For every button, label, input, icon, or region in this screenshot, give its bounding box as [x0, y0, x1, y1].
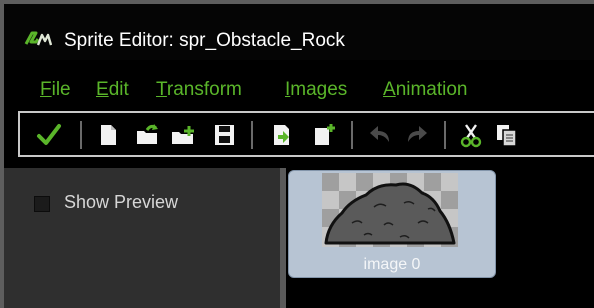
toolbar-separator — [351, 121, 353, 149]
menu-images[interactable]: Images — [285, 79, 347, 101]
copy-icon[interactable] — [494, 122, 520, 148]
redo-icon[interactable] — [404, 122, 430, 148]
menu-file[interactable]: File — [40, 79, 71, 101]
add-frame-icon[interactable] — [310, 122, 336, 148]
new-file-icon[interactable] — [95, 122, 121, 148]
menu-animation-mnemonic: A — [383, 79, 396, 100]
menu-transform-rest: ransform — [166, 79, 242, 100]
menu-file-mnemonic: F — [40, 79, 52, 100]
menu-file-rest: ile — [51, 79, 71, 100]
show-preview-checkbox[interactable] — [34, 196, 50, 212]
toolbar-separator — [251, 121, 253, 149]
toolbar-separator — [444, 121, 446, 149]
window-title: Sprite Editor: spr_Obstacle_Rock — [64, 30, 345, 51]
menu-transform-mnemonic: T — [156, 79, 167, 100]
import-icon[interactable] — [268, 122, 294, 148]
toolbar-separator — [80, 121, 82, 149]
menu-edit[interactable]: Edit — [96, 79, 129, 101]
show-preview-label: Show Preview — [64, 192, 179, 212]
frame-label: image 0 — [363, 256, 421, 273]
frame-preview-image — [322, 173, 458, 247]
menu-animation[interactable]: Animation — [383, 79, 468, 101]
side-panel — [4, 168, 280, 308]
save-icon[interactable] — [211, 122, 237, 148]
menu-edit-rest: dit — [108, 79, 129, 100]
menu-animation-rest: nimation — [395, 79, 468, 100]
cut-icon[interactable] — [458, 122, 484, 148]
open-folder-icon[interactable] — [170, 122, 196, 148]
menu-images-rest: mages — [290, 79, 348, 100]
menu-edit-mnemonic: E — [96, 79, 109, 100]
open-file-icon[interactable] — [134, 122, 160, 148]
confirm-check-icon[interactable] — [36, 122, 62, 148]
menu-transform[interactable]: Transform — [156, 79, 242, 101]
undo-icon[interactable] — [367, 122, 393, 148]
toolbar — [18, 111, 594, 157]
gamemaker-logo-icon — [24, 31, 52, 46]
